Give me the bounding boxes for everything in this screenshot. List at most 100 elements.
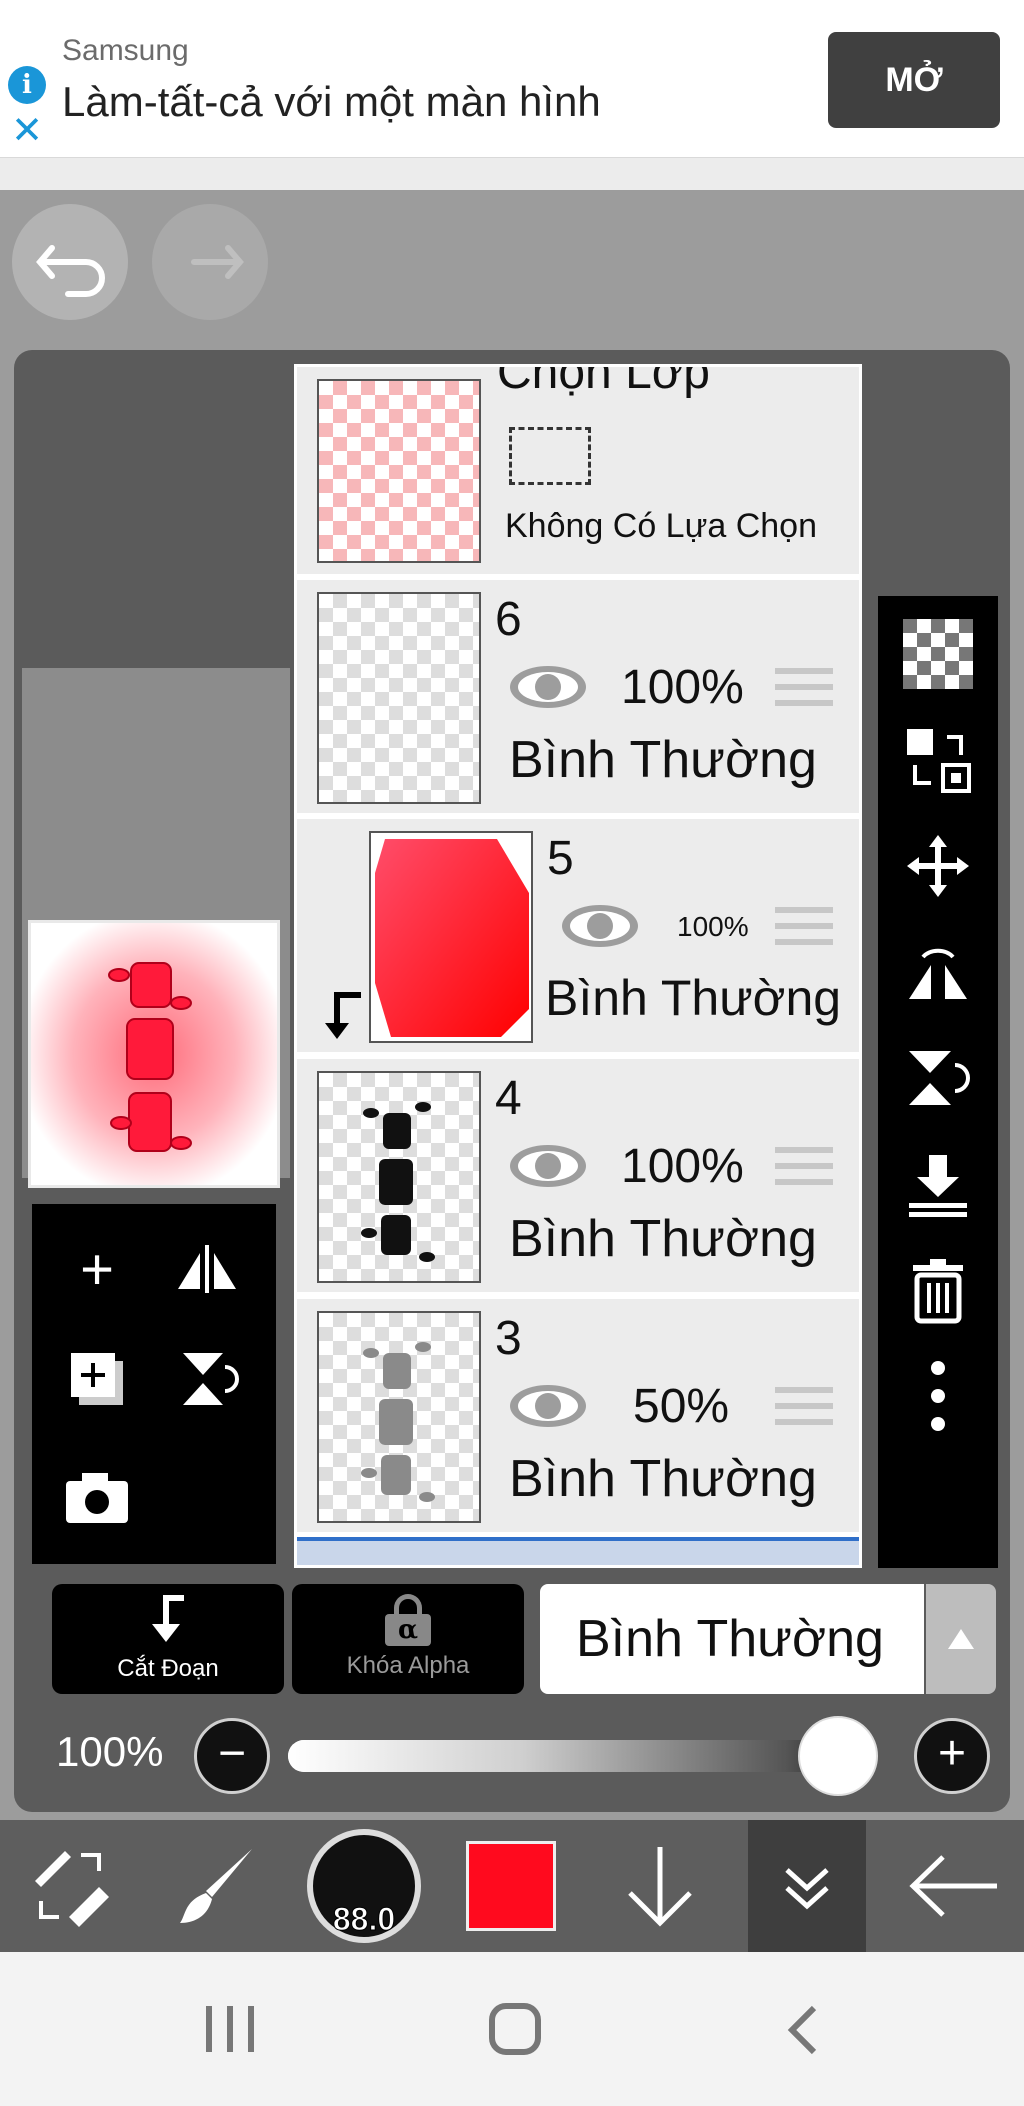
canvas-preview[interactable] [28,920,280,1188]
layer-name: 4 [495,1072,522,1125]
brush-preview-icon: 88.0 [307,1829,421,1943]
flip-horizontal-icon [909,948,967,999]
layer-blend-mode: Bình Thường [545,970,842,1026]
arrow-left-icon [909,1855,997,1917]
layer-row[interactable]: 3 50% Bình Thường [297,1299,859,1535]
selected-layer-row[interactable] [297,1537,859,1565]
delete-layer-button[interactable] [878,1242,998,1338]
flip-vertical-button[interactable] [152,1324,262,1434]
opacity-label: 100% [56,1728,164,1775]
clipping-arrow-icon [325,992,361,1039]
triangle-up-icon [948,1629,974,1649]
add-layer-button[interactable]: + [42,1214,152,1324]
system-navigation-bar [0,1952,1024,2106]
duplicate-layer-button[interactable] [42,1324,152,1434]
layer-thumbnail [317,1311,481,1523]
redo-button[interactable] [152,204,268,320]
collapse-panel-button[interactable] [748,1820,866,1952]
selection-status: Không Có Lựa Chọn [505,507,817,545]
merge-down-button[interactable] [878,1136,998,1232]
opacity-decrease-button[interactable]: − [194,1718,270,1794]
opacity-increase-button[interactable]: + [914,1718,990,1794]
more-options-button[interactable] [878,1348,998,1444]
ad-banner[interactable]: i ✕ Samsung Làm-tất-cả với một màn hình … [0,0,1024,158]
drag-handle-icon[interactable] [775,1147,833,1197]
alpha-lock-button[interactable]: α Khóa Alpha [292,1584,524,1694]
swap-icon [907,729,971,793]
eye-icon[interactable] [507,1141,589,1191]
brush-tool-button[interactable] [162,1820,272,1952]
drag-handle-icon[interactable] [775,907,833,957]
selection-marquee-icon [509,427,591,485]
right-toolbox [878,596,998,1568]
arrow-down-icon [628,1847,692,1927]
alpha-lock-label: Khóa Alpha [346,1652,470,1679]
flip-horizontal-button[interactable] [152,1214,262,1324]
home-icon[interactable] [486,2000,546,2058]
ad-open-button[interactable]: MỞ [828,32,1000,128]
back-nav-icon[interactable] [782,2002,822,2058]
blend-mode-select[interactable]: Bình Thường [540,1584,924,1694]
duplicate-icon [71,1353,123,1405]
brush-size-button[interactable]: 88.0 [304,1820,424,1952]
layer-blend-mode: Bình Thường [509,1450,817,1508]
layer-row[interactable]: 4 100% Bình Thường [297,1059,859,1295]
camera-icon [66,1473,128,1523]
recent-apps-icon[interactable] [200,2002,260,2056]
color-button[interactable] [464,1820,558,1952]
layer-blend-mode: Bình Thường [509,1210,817,1268]
layers-list[interactable]: Chọn Lớp Không Có Lựa Chọn 6 100% Bình T… [294,364,862,1568]
ad-brand: Samsung [62,34,189,67]
clipping-arrow-icon [152,1595,184,1642]
drag-handle-icon[interactable] [775,668,833,718]
eye-icon[interactable] [507,1381,589,1431]
eye-icon[interactable] [559,901,641,951]
swap-layer-button[interactable] [878,712,998,808]
color-swatch [466,1841,556,1931]
checkerboard-icon [903,619,973,689]
redo-icon [191,245,244,279]
layer-row[interactable]: 5 100% Bình Thường [297,819,859,1055]
trash-icon [913,1259,963,1324]
layer-row[interactable]: 6 100% Bình Thường [297,580,859,816]
eye-icon[interactable] [507,662,589,712]
layer-name: 5 [547,832,574,885]
layer-thumbnail [369,831,533,1043]
paintbrush-icon [180,1849,252,1923]
layer-opacity: 100% [621,661,744,714]
close-icon[interactable]: ✕ [8,112,46,150]
selection-thumbnail [317,379,481,563]
blend-mode-dropdown-button[interactable] [926,1584,996,1694]
merge-down-icon [909,1155,967,1217]
info-icon[interactable]: i [8,66,46,104]
left-toolbox: + [32,1204,276,1564]
bottom-toolbar: 88.0 [0,1820,1024,1952]
flip-vertical-icon [909,1051,970,1105]
double-chevron-down-icon [785,1868,829,1910]
ad-headline: Làm-tất-cả với một màn hình [62,78,601,125]
flip-horizontal-icon [178,1245,236,1293]
layer-name: 3 [495,1312,522,1365]
selection-layer[interactable]: Chọn Lớp Không Có Lựa Chọn [297,364,859,577]
lock-icon: α [385,1594,431,1646]
opacity-slider-handle[interactable] [798,1716,878,1796]
layer-opacity: 100% [621,1140,744,1193]
undo-button[interactable] [12,204,128,320]
layer-thumbnail [317,592,481,804]
undo-icon [36,245,105,297]
clipping-button[interactable]: Cắt Đoạn [52,1584,284,1694]
flip-horizontal-right-button[interactable] [878,924,998,1020]
transparency-button[interactable] [878,606,998,702]
back-button[interactable] [900,1820,1010,1952]
opacity-slider[interactable] [288,1740,874,1772]
flip-vertical-right-button[interactable] [878,1030,998,1126]
brush-eraser-toggle[interactable] [20,1820,120,1952]
selection-title: Chọn Lớp [497,364,710,399]
clipping-label: Cắt Đoạn [117,1655,219,1682]
layer-opacity: 100% [677,911,749,942]
camera-button[interactable] [42,1442,152,1552]
drag-handle-icon[interactable] [775,1387,833,1437]
move-button[interactable] [878,818,998,914]
layer-down-button[interactable] [612,1820,708,1952]
layer-blend-mode: Bình Thường [509,731,817,789]
